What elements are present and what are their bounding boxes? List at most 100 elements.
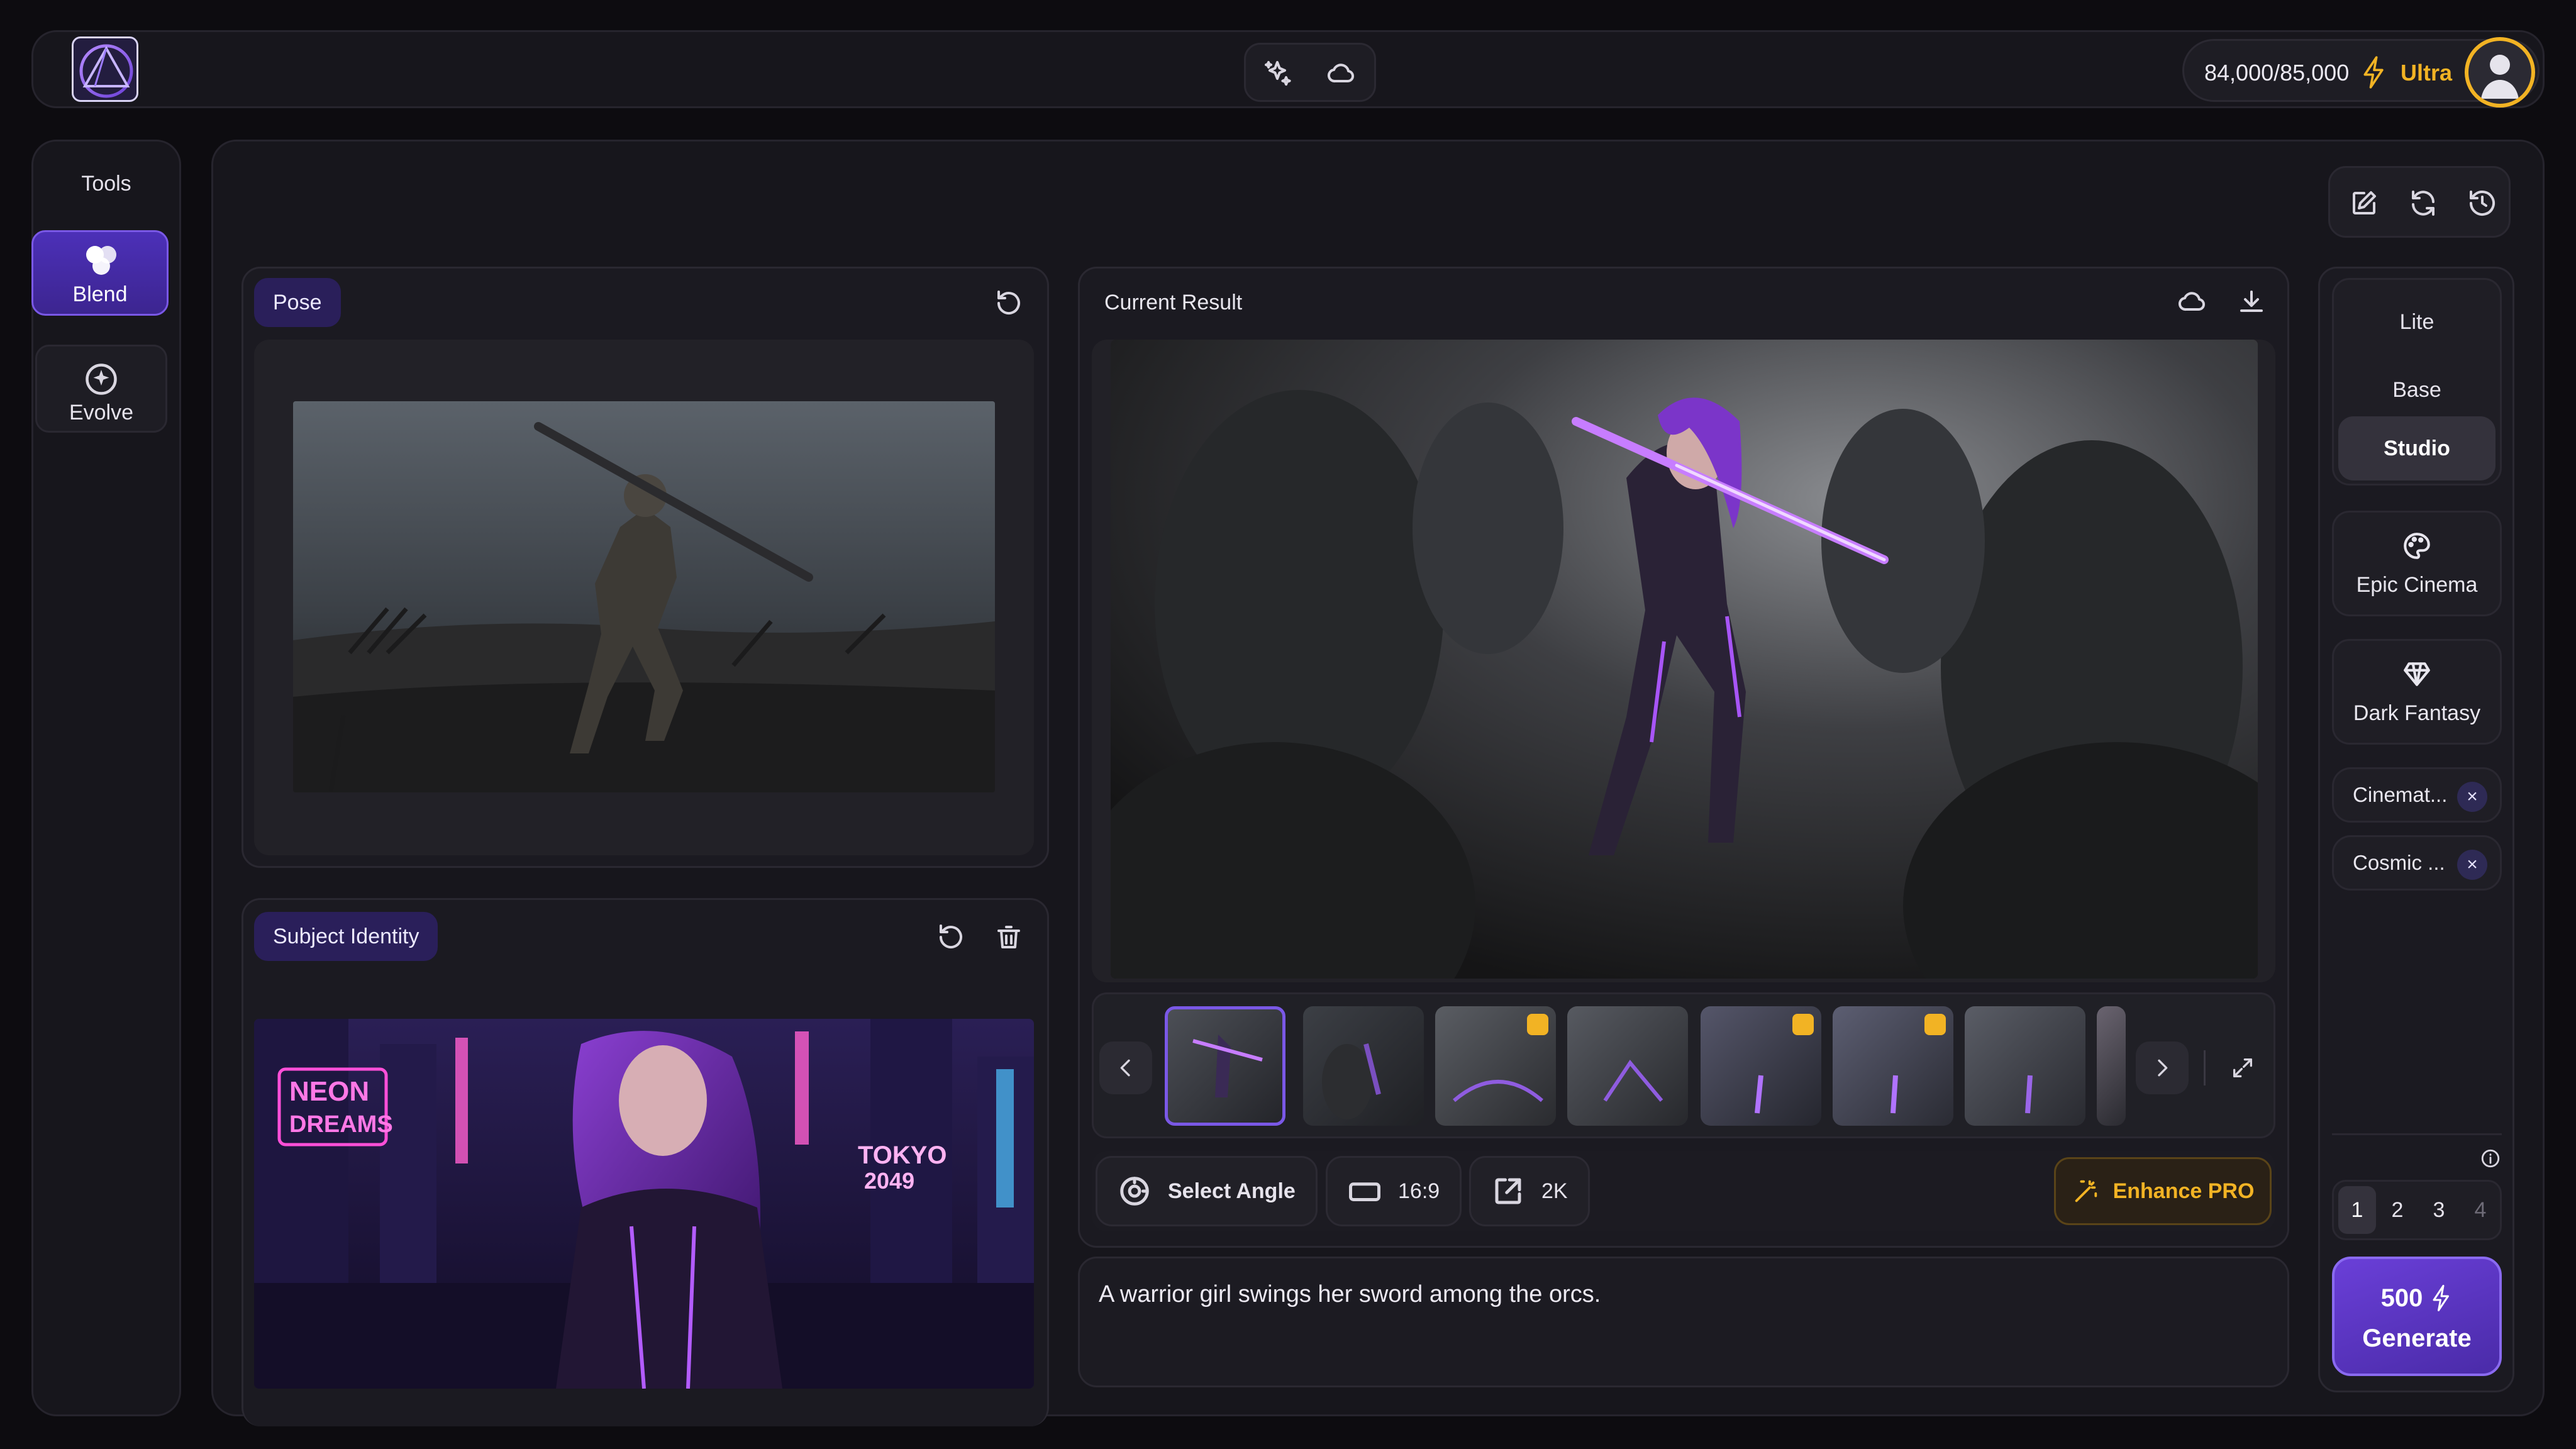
logo-triangle-icon (79, 44, 133, 98)
history-icon (2470, 191, 2495, 216)
aspect-ratio-button[interactable]: 16:9 (1326, 1156, 1462, 1226)
thumbnail-4[interactable] (1567, 1006, 1688, 1126)
warrior-orcs-image (1111, 340, 2258, 979)
pose-tag: Pose (254, 278, 341, 327)
thumbnail-1[interactable] (1165, 1006, 1285, 1126)
resize-icon (1495, 1178, 1521, 1204)
count-option-4[interactable]: 4 (2462, 1186, 2499, 1234)
thumbnail-5[interactable] (1701, 1006, 1821, 1126)
pro-badge-icon (1527, 1014, 1548, 1035)
magic-wand-icon (2075, 1180, 2097, 1202)
history-button[interactable] (2462, 183, 2502, 223)
settings-divider (2332, 1133, 2502, 1135)
select-angle-label: Select Angle (1168, 1179, 1296, 1203)
quality-studio[interactable]: Studio (2338, 416, 2496, 480)
top-center-group (1244, 43, 1376, 102)
user-avatar[interactable] (2465, 37, 2535, 108)
remove-style-icon[interactable]: × (2457, 850, 2487, 880)
enhance-pro-label: Enhance PRO (2112, 1179, 2255, 1203)
undo-icon (997, 291, 1020, 314)
thumb-image (1603, 1059, 1663, 1102)
pose-image[interactable] (293, 401, 995, 792)
user-icon (2481, 55, 2519, 99)
pose-reset-button[interactable] (989, 283, 1029, 323)
pro-badge-icon (1924, 1014, 1946, 1035)
lightning-icon (2433, 1285, 2450, 1311)
style-pill-cosmic-label: Cosmic ... (2353, 851, 2445, 874)
evolve-sparkle-icon (86, 364, 117, 395)
sparkles-button[interactable] (1257, 53, 1297, 94)
tool-blend[interactable]: Blend (31, 230, 169, 316)
neon-sign-1: NEON (289, 1076, 369, 1107)
thumb-next-button[interactable] (2136, 1041, 2189, 1094)
refresh-button[interactable] (2403, 183, 2443, 223)
count-option-3[interactable]: 3 (2420, 1186, 2458, 1234)
thumbnail-2[interactable] (1303, 1006, 1424, 1126)
remove-style-icon[interactable]: × (2457, 782, 2487, 812)
camera-angle-icon (1120, 1177, 1149, 1206)
trash-icon (997, 926, 1020, 948)
edit-button[interactable] (2344, 183, 2384, 223)
save-cloud-button[interactable] (2172, 282, 2212, 322)
generate-button[interactable]: 500 Generate (2332, 1257, 2502, 1376)
quality-lite[interactable]: Lite (2338, 291, 2496, 353)
credits-box: 84,000/85,000 Ultra (2182, 37, 2540, 108)
style-pill-cosmic[interactable]: Cosmic ... × (2332, 835, 2502, 891)
expand-button[interactable] (2221, 1046, 2264, 1089)
subject-image[interactable]: NEON DREAMS TOKYO 2049 (254, 1019, 1034, 1389)
undo-icon (940, 924, 962, 948)
cloud-icon (1328, 64, 1354, 83)
style-dark-fantasy[interactable]: Dark Fantasy (2332, 639, 2502, 745)
neon-sign-2: DREAMS (289, 1111, 393, 1138)
resolution-label: 2K (1541, 1179, 1568, 1203)
count-option-2[interactable]: 2 (2379, 1186, 2416, 1234)
lightning-icon (2360, 55, 2388, 93)
quality-base[interactable]: Base (2338, 358, 2496, 421)
neon-sign-4: 2049 (864, 1168, 914, 1194)
result-image[interactable] (1111, 340, 2258, 979)
pose-knight-image (293, 401, 995, 792)
style-pill-cinematic[interactable]: Cinemat... × (2332, 767, 2502, 823)
chevron-right-icon (2158, 1059, 2168, 1077)
thumbnail-7[interactable] (1965, 1006, 2085, 1126)
chevron-left-icon (1120, 1059, 1130, 1077)
palette-icon (2404, 532, 2430, 559)
neon-sign-3: TOKYO (858, 1141, 947, 1169)
cloud-icon (2179, 292, 2205, 311)
enhance-pro-button[interactable]: Enhance PRO (2054, 1157, 2272, 1225)
expand-icon (2233, 1058, 2252, 1077)
resolution-button[interactable]: 2K (1469, 1156, 1590, 1226)
thumb-image (2025, 1075, 2033, 1114)
workspace-actions (2328, 166, 2511, 238)
style-epic-cinema[interactable]: Epic Cinema (2332, 511, 2502, 616)
select-angle-button[interactable]: Select Angle (1096, 1156, 1318, 1226)
tool-evolve[interactable]: Evolve (35, 345, 167, 433)
cloud-button[interactable] (1321, 53, 1362, 94)
prompt-text: A warrior girl swings her sword among th… (1099, 1281, 1601, 1307)
subject-reset-button[interactable] (931, 917, 971, 957)
info-button[interactable] (2475, 1143, 2506, 1174)
subject-tag: Subject Identity (254, 912, 438, 961)
aspect-ratio-label: 16:9 (1398, 1179, 1440, 1203)
info-icon (2481, 1149, 2500, 1168)
result-title: Current Result (1104, 291, 1243, 314)
generate-label: Generate (2362, 1324, 2472, 1352)
thumb-prev-button[interactable] (1099, 1041, 1152, 1094)
app-logo[interactable] (72, 36, 138, 102)
download-icon (2240, 291, 2263, 312)
refresh-icon (2412, 191, 2434, 216)
download-button[interactable] (2231, 282, 2272, 322)
generate-cost-row: 500 (2334, 1283, 2499, 1313)
tools-title: Tools (81, 172, 131, 196)
style-pill-cinematic-label: Cinemat... (2353, 783, 2448, 806)
style-epic-cinema-label: Epic Cinema (2356, 572, 2478, 597)
thumbnail-6[interactable] (1833, 1006, 1953, 1126)
thumbnail-8-partial[interactable] (2097, 1006, 2126, 1126)
count-option-1[interactable]: 1 (2338, 1186, 2376, 1234)
plan-badge: Ultra (2401, 60, 2453, 86)
subject-delete-button[interactable] (989, 917, 1029, 957)
thumb-image (1322, 1043, 1381, 1119)
prompt-box[interactable]: A warrior girl swings her sword among th… (1078, 1257, 2289, 1387)
strip-divider (2204, 1050, 2206, 1085)
thumbnail-3[interactable] (1435, 1006, 1556, 1126)
